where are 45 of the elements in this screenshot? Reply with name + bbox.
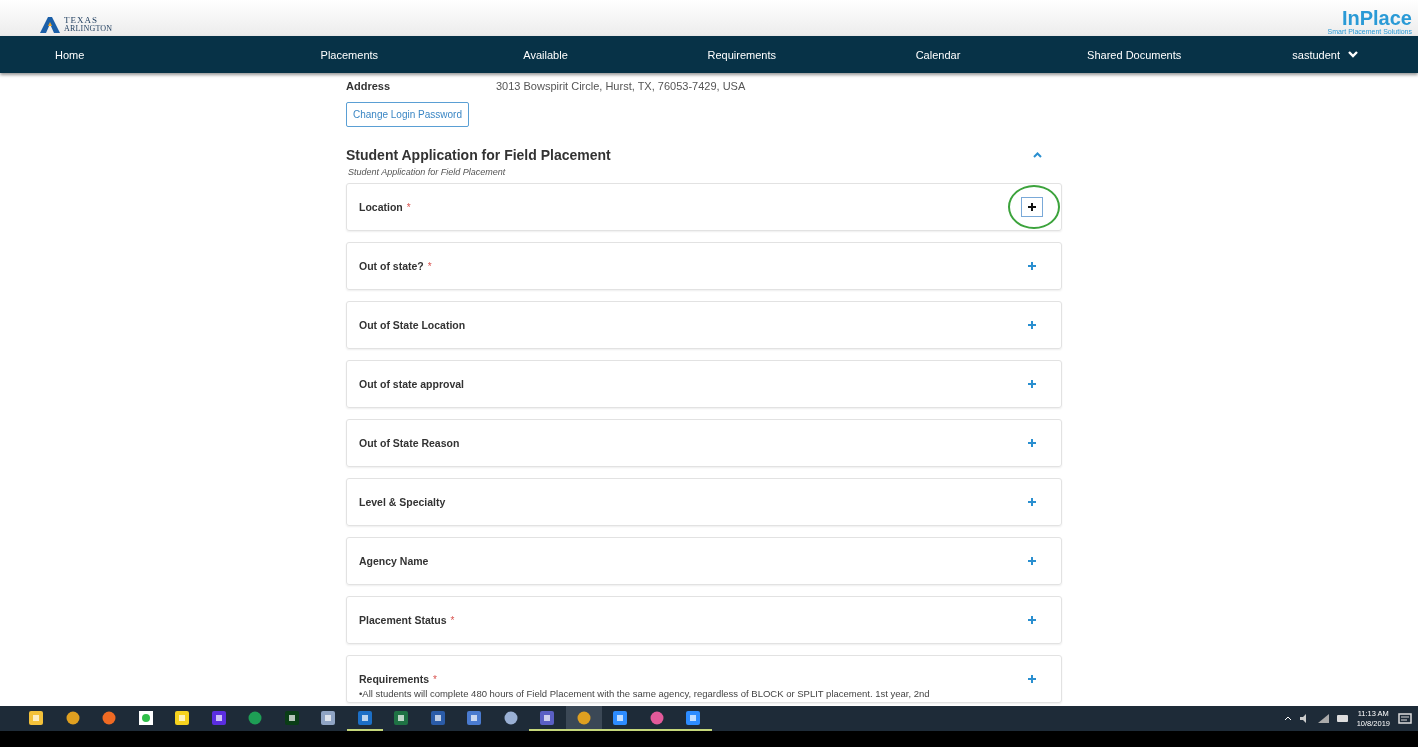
plus-icon <box>1027 674 1037 684</box>
wifi-icon[interactable] <box>1317 714 1329 723</box>
field-label: Level & Specialty <box>359 496 446 508</box>
field-label: Out of state approval <box>359 378 464 390</box>
address-label: Address <box>346 80 392 92</box>
required-mark: * <box>427 260 432 272</box>
field-label: Requirements <box>359 673 430 685</box>
change-password-button[interactable]: Change Login Password <box>346 102 469 127</box>
nav-link[interactable]: Home <box>55 48 252 61</box>
plus-icon <box>1027 202 1037 212</box>
field-label: Agency Name <box>359 555 429 567</box>
section-subtitle: Student Application for Field Placement <box>348 167 507 177</box>
field-label: Out of State Location <box>359 319 466 331</box>
brand-logo: InPlace <box>1341 9 1412 27</box>
nav-link[interactable]: Placements <box>251 48 448 61</box>
battery-icon[interactable] <box>1336 715 1349 722</box>
field-note: •All students will complete 480 hours of Field Placement with the same agency, regardless of BLOCK or SPLIT placement. 1st year, 2nd <box>359 688 931 701</box>
plus-icon <box>1027 615 1037 625</box>
plus-icon <box>1027 379 1037 389</box>
nav-link[interactable]: Available <box>447 48 644 61</box>
field-label: Out of state? <box>359 260 424 272</box>
address-value: 3013 Bowspirit Circle, Hurst, TX, 76053-7429, USA <box>496 80 746 92</box>
nav-link[interactable]: Calendar <box>839 48 1037 61</box>
nav-link[interactable]: Shared Documents <box>1036 48 1233 61</box>
plus-icon <box>1027 438 1037 448</box>
plus-icon <box>1027 497 1037 507</box>
plus-icon <box>1027 320 1037 330</box>
required-mark: * <box>450 614 455 626</box>
field-label: Out of State Reason <box>359 437 460 449</box>
expand-button[interactable] <box>1021 197 1043 217</box>
plus-icon <box>1027 556 1037 566</box>
notification-icon[interactable] <box>1398 712 1412 725</box>
section-title: Student Application for Field Placement <box>346 147 611 163</box>
user-menu[interactable]: sastudent <box>1232 48 1378 61</box>
logo-text: TEXAS <box>64 16 99 25</box>
field-label: Location <box>359 201 403 213</box>
required-mark: * <box>406 201 411 213</box>
logo-icon <box>40 16 60 33</box>
field-label: Placement Status <box>359 614 447 626</box>
required-mark: * <box>433 673 437 685</box>
highlight-circle <box>1008 185 1060 229</box>
nav-link[interactable]: Requirements <box>643 48 840 61</box>
chevron-down-icon <box>1348 51 1358 58</box>
logo-subtext: ARLINGTON <box>64 25 113 33</box>
plus-icon <box>1027 261 1037 271</box>
